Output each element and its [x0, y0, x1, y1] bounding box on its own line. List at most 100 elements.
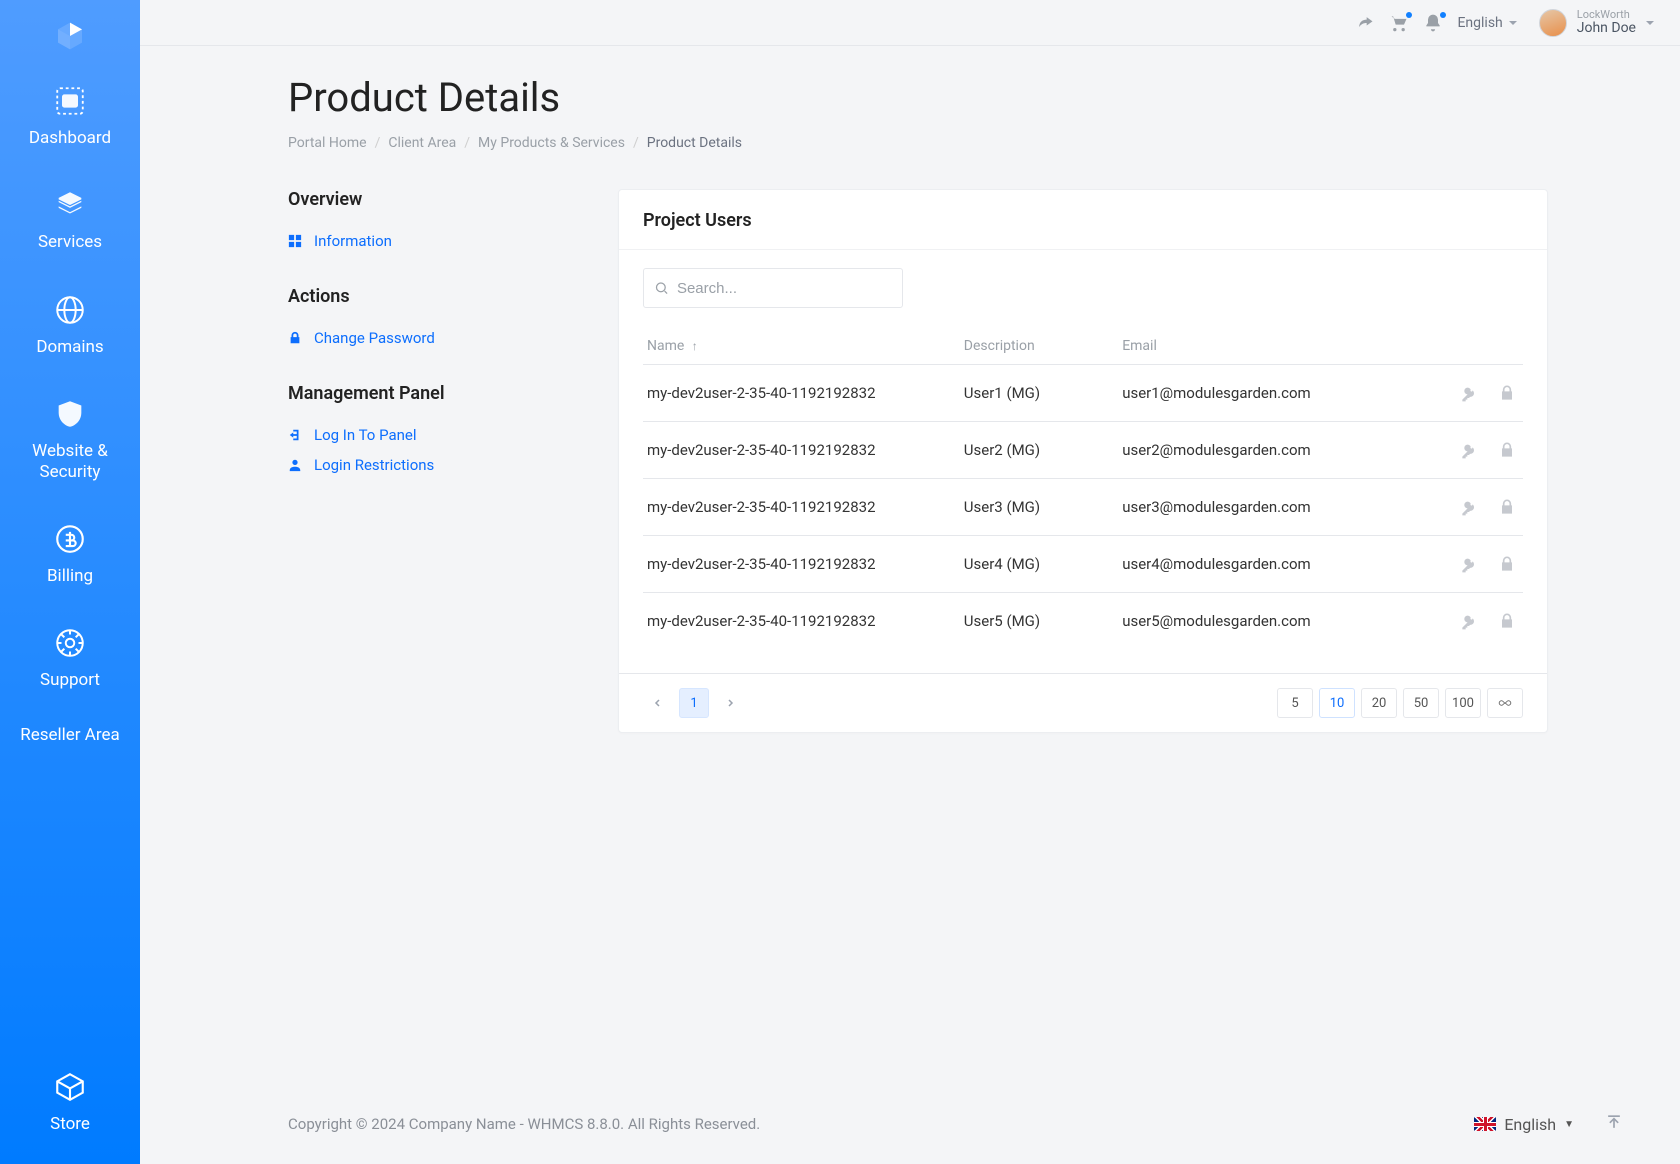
table-row: my-dev2user-2-35-40-1192192832User1 (MG)…	[643, 365, 1523, 422]
page-next[interactable]	[715, 688, 745, 718]
sidebar-item-support[interactable]: Support	[0, 606, 140, 710]
section-management-title: Management Panel	[288, 383, 578, 404]
page-size-all[interactable]	[1487, 688, 1523, 718]
key-icon[interactable]	[1459, 383, 1479, 403]
sidebar-item-label: Services	[38, 232, 102, 252]
link-change-password[interactable]: Change Password	[288, 323, 578, 353]
sidebar-item-store[interactable]: Store	[0, 1050, 140, 1154]
breadcrumb: Portal Home / Client Area / My Products …	[288, 135, 1624, 151]
project-users-card: Project Users Name ↑	[618, 189, 1548, 733]
cell-description: User1 (MG)	[960, 365, 1118, 422]
bell-icon[interactable]	[1423, 13, 1443, 33]
search-input-wrap	[643, 268, 903, 308]
page-size-option[interactable]: 10	[1319, 688, 1355, 718]
lock-icon[interactable]	[1497, 554, 1517, 574]
user-name: John Doe	[1577, 21, 1636, 36]
side-panel: Overview Information Actions Change Pass…	[288, 189, 578, 480]
sidebar-item-reseller-area[interactable]: Reseller Area	[0, 711, 140, 759]
topbar: English LockWorth John Doe	[140, 0, 1680, 46]
breadcrumb-item[interactable]: My Products & Services	[478, 135, 625, 151]
sidebar-item-label: Support	[40, 670, 100, 690]
cell-name: my-dev2user-2-35-40-1192192832	[643, 593, 960, 650]
chevron-down-icon	[1646, 21, 1654, 25]
cell-email: user1@modulesgarden.com	[1118, 365, 1417, 422]
pagination: 1	[643, 688, 745, 718]
breadcrumb-item[interactable]: Client Area	[388, 135, 456, 151]
sidebar-item-label: Dashboard	[29, 128, 111, 148]
cell-name: my-dev2user-2-35-40-1192192832	[643, 536, 960, 593]
link-login-restrictions[interactable]: Login Restrictions	[288, 450, 578, 480]
cell-name: my-dev2user-2-35-40-1192192832	[643, 479, 960, 536]
language-selector-top[interactable]: English	[1457, 15, 1516, 31]
scroll-to-top[interactable]	[1604, 1112, 1624, 1136]
link-label: Change Password	[314, 329, 435, 347]
link-label: Log In To Panel	[314, 426, 417, 444]
lock-icon[interactable]	[1497, 611, 1517, 631]
cell-name: my-dev2user-2-35-40-1192192832	[643, 365, 960, 422]
table-row: my-dev2user-2-35-40-1192192832User3 (MG)…	[643, 479, 1523, 536]
page-number[interactable]: 1	[679, 688, 709, 718]
link-information[interactable]: Information	[288, 226, 578, 256]
key-icon[interactable]	[1459, 554, 1479, 574]
cell-email: user2@modulesgarden.com	[1118, 422, 1417, 479]
key-icon[interactable]	[1459, 611, 1479, 631]
cell-email: user3@modulesgarden.com	[1118, 479, 1417, 536]
share-icon[interactable]	[1355, 13, 1375, 33]
section-actions-title: Actions	[288, 286, 578, 307]
key-icon[interactable]	[1459, 497, 1479, 517]
sidebar-item-website-security[interactable]: Website & Security	[0, 377, 140, 502]
sidebar-item-label: Reseller Area	[20, 725, 120, 745]
language-label: English	[1457, 15, 1502, 31]
page-size-option[interactable]: 20	[1361, 688, 1397, 718]
page-title: Product Details	[288, 74, 1624, 121]
sidebar-item-label: Domains	[36, 337, 103, 357]
page-prev[interactable]	[643, 688, 673, 718]
notification-dot	[1440, 12, 1446, 18]
search-icon	[654, 280, 669, 296]
card-title: Project Users	[619, 190, 1547, 250]
copyright: Copyright © 2024 Company Name - WHMCS 8.…	[288, 1115, 760, 1133]
cell-description: User5 (MG)	[960, 593, 1118, 650]
lock-icon[interactable]	[1497, 497, 1517, 517]
sidebar-item-billing[interactable]: Billing	[0, 502, 140, 606]
breadcrumb-item[interactable]: Portal Home	[288, 135, 367, 151]
col-email[interactable]: Email	[1118, 328, 1417, 365]
page-size-option[interactable]: 50	[1403, 688, 1439, 718]
table-row: my-dev2user-2-35-40-1192192832User5 (MG)…	[643, 593, 1523, 650]
sidebar-item-domains[interactable]: Domains	[0, 273, 140, 377]
link-label: Information	[314, 232, 392, 250]
cell-email: user5@modulesgarden.com	[1118, 593, 1417, 650]
users-table: Name ↑ Description Email my-dev2user-2-3…	[643, 328, 1523, 649]
table-row: my-dev2user-2-35-40-1192192832User2 (MG)…	[643, 422, 1523, 479]
sidebar-item-label: Website & Security	[8, 441, 132, 482]
cell-email: user4@modulesgarden.com	[1118, 536, 1417, 593]
lock-icon[interactable]	[1497, 383, 1517, 403]
cell-name: my-dev2user-2-35-40-1192192832	[643, 422, 960, 479]
sidebar-item-dashboard[interactable]: Dashboard	[0, 64, 140, 168]
language-selector-footer[interactable]: English ▼	[1474, 1115, 1574, 1134]
language-label: English	[1504, 1115, 1556, 1134]
search-input[interactable]	[669, 269, 892, 307]
chevron-down-icon	[1509, 21, 1517, 25]
cell-description: User3 (MG)	[960, 479, 1118, 536]
notification-dot	[1406, 12, 1412, 18]
user-menu[interactable]: LockWorth John Doe	[1539, 9, 1654, 37]
page-size-option[interactable]: 100	[1445, 688, 1481, 718]
sidebar-item-label: Store	[50, 1114, 90, 1134]
col-description[interactable]: Description	[960, 328, 1118, 365]
cart-icon[interactable]	[1389, 13, 1409, 33]
flag-uk-icon	[1474, 1117, 1496, 1131]
cell-description: User2 (MG)	[960, 422, 1118, 479]
sidebar: Dashboard Services Domains Website & Sec…	[0, 0, 140, 1164]
sidebar-item-services[interactable]: Services	[0, 168, 140, 272]
col-name[interactable]: Name ↑	[643, 328, 960, 365]
link-label: Login Restrictions	[314, 456, 434, 474]
sort-asc-icon: ↑	[692, 339, 698, 353]
cell-description: User4 (MG)	[960, 536, 1118, 593]
key-icon[interactable]	[1459, 440, 1479, 460]
section-overview-title: Overview	[288, 189, 578, 210]
link-login-to-panel[interactable]: Log In To Panel	[288, 420, 578, 450]
logo[interactable]	[0, 8, 140, 64]
page-size-option[interactable]: 5	[1277, 688, 1313, 718]
lock-icon[interactable]	[1497, 440, 1517, 460]
